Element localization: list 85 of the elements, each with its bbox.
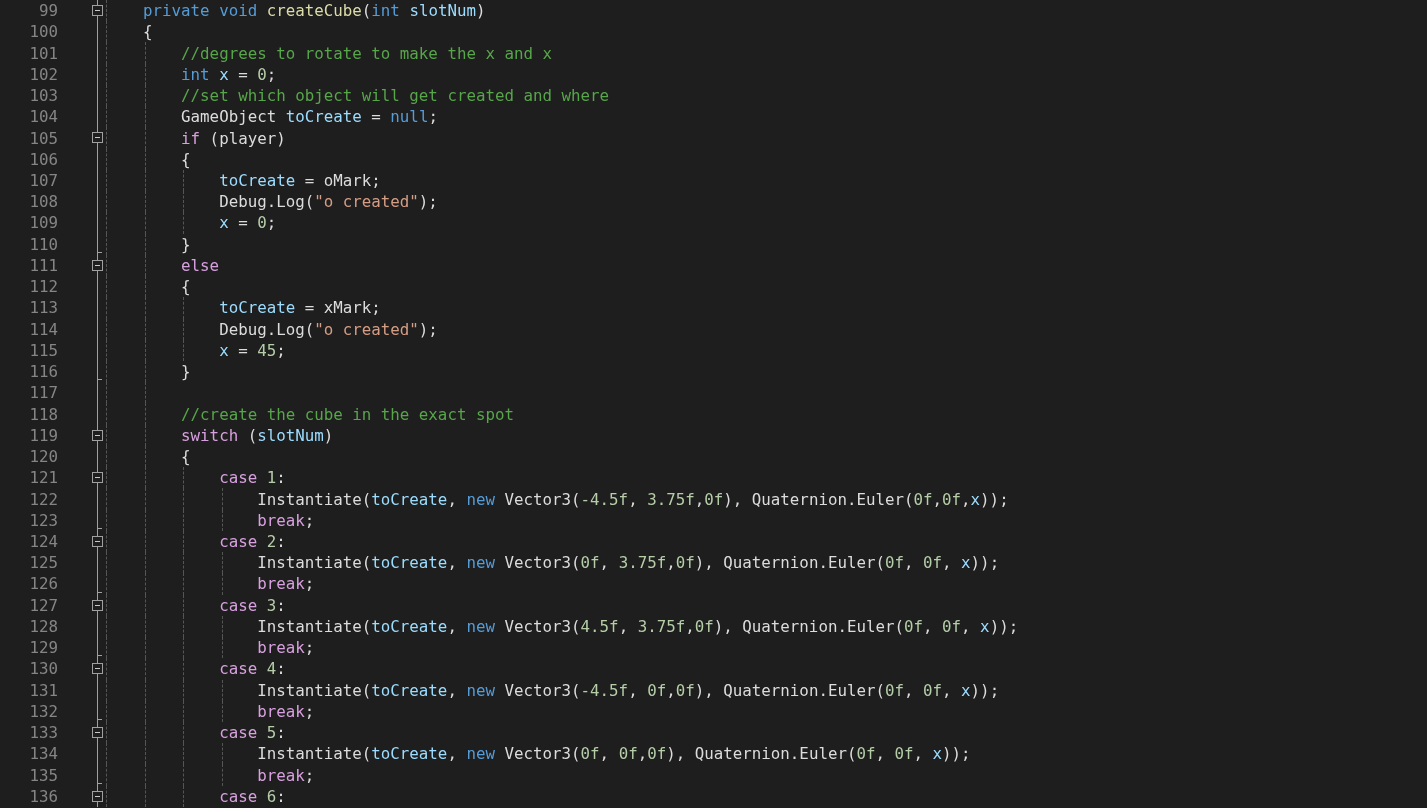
line-number: 131 (28, 679, 58, 701)
line-number: 133 (28, 722, 58, 744)
code-line: } (180, 361, 191, 383)
line-number: 123 (28, 509, 58, 531)
line-number: 126 (28, 573, 58, 595)
code-line: { (180, 446, 191, 468)
code-line: } (180, 233, 191, 255)
code-line: Debug.Log("o created"); (218, 318, 438, 340)
collapse-button[interactable] (92, 726, 103, 738)
line-number: 99 (37, 0, 58, 22)
code-line: break; (256, 573, 315, 595)
line-number: 117 (28, 382, 58, 404)
code-line: break; (256, 700, 315, 722)
code-line: private void createCube(int slotNum) (142, 0, 486, 22)
code-line: case 5: (218, 722, 286, 744)
code-line: //degrees to rotate to make the x and x (180, 42, 552, 64)
code-line: toCreate = oMark; (218, 170, 381, 191)
code-line: { (142, 21, 153, 43)
collapse-button[interactable] (92, 663, 103, 675)
code-line: Instantiate(toCreate, new Vector3(4.5f, 3.75f,0f), Quaternion.Euler(0f, 0f, x)); (256, 615, 1019, 637)
line-number: 130 (28, 658, 58, 680)
code-line: break; (256, 637, 315, 659)
line-number: 104 (28, 106, 58, 128)
code-line: case 2: (218, 530, 286, 552)
code-line: case 6: (218, 785, 286, 807)
code-line: Instantiate(toCreate, new Vector3(-4.5f, 3.75f,0f), Quaternion.Euler(0f,0f,x)); (256, 488, 1009, 510)
line-number: 125 (28, 552, 58, 574)
line-number: 102 (28, 63, 58, 85)
line-number: 121 (28, 467, 58, 489)
collapse-button[interactable] (92, 790, 103, 802)
code-line: case 4: (218, 658, 286, 680)
code-line: GameObject toCreate = null; (180, 106, 438, 128)
line-number: 111 (28, 254, 58, 276)
line-number: 128 (28, 615, 58, 637)
line-number: 109 (28, 212, 58, 234)
line-number: 105 (28, 127, 58, 149)
code-line: toCreate = xMark; (218, 297, 381, 319)
line-number: 132 (28, 700, 58, 722)
line-number: 129 (28, 637, 58, 659)
collapse-button[interactable] (92, 535, 103, 547)
code-line: x = 0; (218, 212, 277, 234)
line-number: 122 (28, 488, 58, 510)
code-line: Instantiate(toCreate, new Vector3(-4.5f, 0f,0f), Quaternion.Euler(0f, 0f, x)); (256, 679, 1000, 701)
collapse-button[interactable] (92, 5, 103, 16)
code-line: if (player) (180, 127, 286, 149)
line-number: 136 (28, 785, 58, 807)
code-line: //create the cube in the exact spot (180, 403, 514, 425)
line-number: 103 (28, 85, 58, 107)
collapse-button[interactable] (92, 132, 103, 144)
line-number: 108 (28, 191, 58, 213)
collapse-button[interactable] (92, 472, 103, 484)
line-number: 114 (28, 318, 58, 340)
code-line: Debug.Log("o created"); (218, 191, 438, 213)
code-line: case 1: (218, 467, 286, 489)
line-number: 115 (28, 339, 58, 361)
code-line: break; (256, 509, 315, 531)
code-line: { (180, 276, 191, 298)
collapse-button[interactable] (92, 599, 103, 611)
code-line: else (180, 254, 220, 276)
code-line: case 3: (218, 594, 286, 616)
code-line: { (180, 148, 191, 170)
line-number: 135 (28, 764, 58, 786)
code-line: Instantiate(toCreate, new Vector3(0f, 3.75f,0f), Quaternion.Euler(0f, 0f, x)); (256, 552, 1000, 574)
collapse-button[interactable] (92, 259, 103, 271)
line-number: 118 (28, 403, 58, 425)
line-number: 113 (28, 297, 58, 319)
code-line: //set which object will get created and where (180, 85, 610, 107)
code-line: Instantiate(toCreate, new Vector3(0f, 0f,0f), Quaternion.Euler(0f, 0f, x)); (256, 743, 971, 765)
line-number: 134 (28, 743, 58, 765)
code-line: int x = 0; (180, 63, 277, 85)
line-number: 127 (28, 594, 58, 616)
line-number: 116 (28, 361, 58, 383)
line-number: 101 (28, 42, 58, 64)
code-line: break; (256, 764, 315, 786)
line-number: 119 (28, 424, 58, 446)
line-number: 110 (28, 233, 58, 255)
line-number: 100 (28, 21, 58, 43)
line-number: 107 (28, 170, 58, 191)
collapse-button[interactable] (92, 429, 103, 441)
code-line: switch (slotNum) (180, 424, 334, 446)
line-number: 124 (28, 530, 58, 552)
line-number: 112 (28, 276, 58, 298)
line-number: 120 (28, 446, 58, 468)
line-number: 106 (28, 148, 58, 170)
code-line: x = 45; (218, 339, 286, 361)
